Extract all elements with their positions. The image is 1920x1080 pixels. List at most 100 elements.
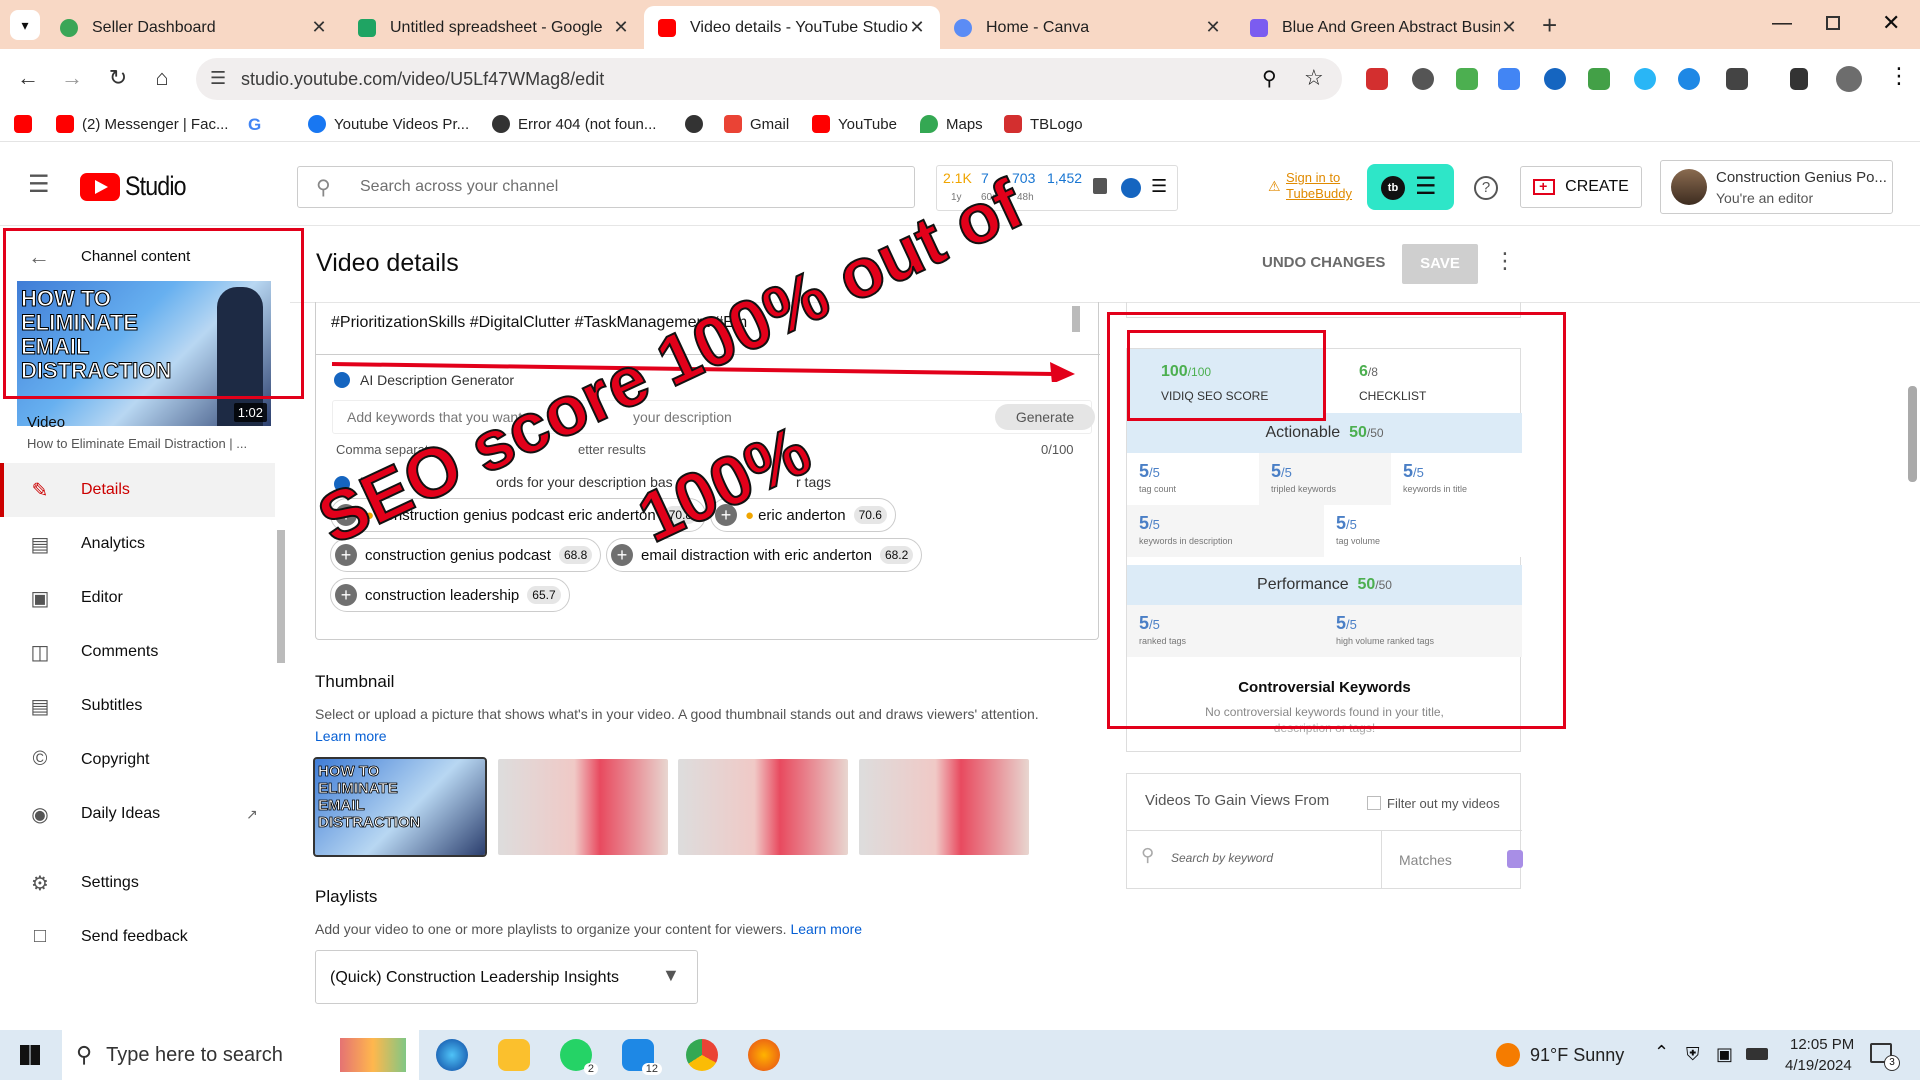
- weather-icon[interactable]: [1496, 1043, 1520, 1067]
- bookmark-messenger[interactable]: (2) Messenger | Fac...: [56, 115, 228, 133]
- close-window-icon[interactable]: ✕: [1882, 10, 1900, 36]
- new-tab-button[interactable]: +: [1542, 10, 1557, 41]
- bookmark-youtube-icon[interactable]: [14, 115, 40, 133]
- puzzle-icon[interactable]: [1726, 68, 1748, 90]
- reload-icon[interactable]: ↻: [104, 65, 132, 91]
- close-icon[interactable]: ✕: [1204, 17, 1222, 38]
- editor-icon: ▣: [30, 588, 50, 610]
- tubebuddy-signin-link[interactable]: ⚠ Sign in to TubeBuddy: [1268, 170, 1352, 202]
- youtube-favicon-icon: [658, 18, 676, 37]
- close-icon[interactable]: ✕: [612, 17, 630, 38]
- close-icon[interactable]: ✕: [908, 17, 926, 38]
- taskbar-search-input[interactable]: ⚲ Type here to search: [62, 1030, 419, 1080]
- vidiq-ext-icon[interactable]: [1544, 68, 1566, 90]
- channel-search-input[interactable]: ⚲ Search across your channel: [297, 166, 915, 208]
- tubebuddy-menu-button[interactable]: tb ☰: [1367, 164, 1454, 210]
- bookmark-gmail[interactable]: Gmail: [724, 115, 789, 133]
- translate-ext-icon[interactable]: [1498, 68, 1520, 90]
- thumbnail-option[interactable]: [859, 759, 1029, 855]
- sidebar-item-editor[interactable]: ▣ Editor: [0, 571, 275, 625]
- sidebar-item-daily-ideas[interactable]: ◉ Daily Ideas ↗: [0, 787, 275, 841]
- download-ext-icon[interactable]: [1588, 68, 1610, 90]
- tab-seller-dashboard[interactable]: Seller Dashboard ✕: [46, 6, 342, 49]
- zoom-icon[interactable]: ⚲: [1262, 66, 1277, 91]
- generate-button[interactable]: Generate: [995, 404, 1095, 430]
- tab-search-button[interactable]: ▾: [10, 10, 40, 40]
- bookmark-youtube-videos[interactable]: Youtube Videos Pr...: [308, 115, 469, 133]
- back-arrow-icon[interactable]: ←: [14, 65, 42, 91]
- filter-checkbox[interactable]: [1367, 796, 1381, 810]
- save-button[interactable]: SAVE: [1402, 244, 1478, 284]
- sidebar-item-analytics[interactable]: ▤ Analytics: [0, 517, 275, 571]
- menu-icon[interactable]: ☰: [1151, 176, 1167, 197]
- bookmark-tblogo[interactable]: TBLogo: [1004, 115, 1083, 133]
- edge-icon[interactable]: [436, 1039, 468, 1071]
- thumbnail-option[interactable]: [498, 759, 668, 855]
- create-button[interactable]: + CREATE: [1520, 166, 1642, 208]
- learn-more-link[interactable]: Learn more: [315, 728, 387, 744]
- description-scrollbar[interactable]: [1072, 306, 1080, 332]
- playlist-select[interactable]: (Quick) Construction Leadership Insights…: [315, 950, 698, 1004]
- more-options-icon[interactable]: ⋮: [1494, 248, 1516, 274]
- site-info-icon[interactable]: ☰: [210, 68, 226, 89]
- keyword-search-input[interactable]: ⚲ Search by keyword: [1127, 831, 1382, 889]
- sheets-favicon-icon: [358, 18, 376, 37]
- sidebar-item-copyright[interactable]: © Copyright: [0, 733, 275, 787]
- tab-canva[interactable]: Home - Canva ✕: [940, 6, 1236, 49]
- page-scrollbar[interactable]: [1908, 386, 1917, 482]
- profile-avatar[interactable]: [1836, 66, 1862, 92]
- vidiq-icon[interactable]: [1121, 178, 1141, 198]
- bookmark-star-icon[interactable]: ☆: [1304, 65, 1324, 91]
- help-icon[interactable]: ?: [1474, 176, 1498, 200]
- bookmark-youtube[interactable]: YouTube: [812, 115, 897, 133]
- bookmark-error-404[interactable]: Error 404 (not foun...: [492, 115, 656, 133]
- studio-logo[interactable]: Studio: [80, 171, 196, 202]
- bookmark-google[interactable]: G: [248, 115, 261, 135]
- sidebar-item-comments[interactable]: ◫ Comments: [0, 625, 275, 679]
- thumbnail-option[interactable]: [678, 759, 848, 855]
- whatsapp-icon[interactable]: 2: [560, 1039, 598, 1075]
- chrome-icon[interactable]: [686, 1039, 718, 1071]
- home-icon[interactable]: ⌂: [148, 65, 176, 91]
- tab-spreadsheet[interactable]: Untitled spreadsheet - Google ✕: [344, 6, 644, 49]
- close-icon[interactable]: ✕: [1500, 17, 1518, 38]
- forward-arrow-icon[interactable]: →: [58, 65, 86, 91]
- tab-youtube-studio[interactable]: Video details - YouTube Studio ✕: [644, 6, 940, 49]
- hamburger-menu-icon[interactable]: ☰: [28, 170, 50, 199]
- address-bar[interactable]: ☰ studio.youtube.com/video/U5Lf47WMag8/e…: [196, 58, 1342, 100]
- sidebar-item-settings[interactable]: ⚙ Settings: [0, 856, 275, 910]
- close-icon[interactable]: ✕: [310, 17, 328, 38]
- tray-chevron-icon[interactable]: ⌃: [1654, 1042, 1669, 1063]
- extension-icon[interactable]: [1634, 68, 1656, 90]
- mail-icon[interactable]: 12: [622, 1039, 662, 1075]
- keyword-chip[interactable]: + construction leadership 65.7: [330, 578, 570, 612]
- tab-canva-design[interactable]: Blue And Green Abstract Busin ✕: [1236, 6, 1532, 49]
- account-switcher[interactable]: Construction Genius Po... You're an edit…: [1660, 160, 1893, 214]
- sidebar-scrollbar[interactable]: [277, 530, 285, 663]
- menu-kebab-icon[interactable]: ⋮: [1888, 63, 1910, 89]
- lock-icon[interactable]: [1507, 850, 1523, 868]
- thumbnail-option-selected[interactable]: HOW TO ELIMINATE EMAIL DISTRACTION: [313, 757, 487, 857]
- bookmark-maps[interactable]: Maps: [920, 115, 983, 133]
- learn-more-link[interactable]: Learn more: [790, 921, 862, 937]
- download-icon[interactable]: [1790, 68, 1808, 90]
- security-icon[interactable]: ⛨: [1686, 1044, 1700, 1065]
- firefox-icon[interactable]: [748, 1039, 780, 1071]
- device-icon[interactable]: ▣: [1716, 1044, 1733, 1065]
- extension-icon[interactable]: [1456, 68, 1478, 90]
- battery-icon[interactable]: [1746, 1048, 1768, 1060]
- restore-icon[interactable]: [1826, 16, 1840, 30]
- extension-icon[interactable]: [1678, 68, 1700, 90]
- windows-start-icon[interactable]: [20, 1045, 40, 1065]
- sidebar-item-subtitles[interactable]: ▤ Subtitles: [0, 679, 275, 733]
- file-explorer-icon[interactable]: [498, 1039, 530, 1071]
- bookmark-globe-icon[interactable]: [685, 115, 711, 133]
- minimize-icon[interactable]: —: [1772, 12, 1792, 35]
- undo-changes-button[interactable]: UNDO CHANGES: [1262, 254, 1385, 271]
- sidebar-item-send-feedback[interactable]: □ Send feedback: [0, 910, 275, 964]
- sidebar-item-details[interactable]: ✎ Details: [0, 463, 275, 517]
- notifications-icon[interactable]: 3: [1870, 1043, 1900, 1071]
- tubebuddy-ext-icon[interactable]: [1366, 68, 1388, 90]
- extension-icon[interactable]: [1412, 68, 1434, 90]
- add-icon: +: [335, 584, 357, 606]
